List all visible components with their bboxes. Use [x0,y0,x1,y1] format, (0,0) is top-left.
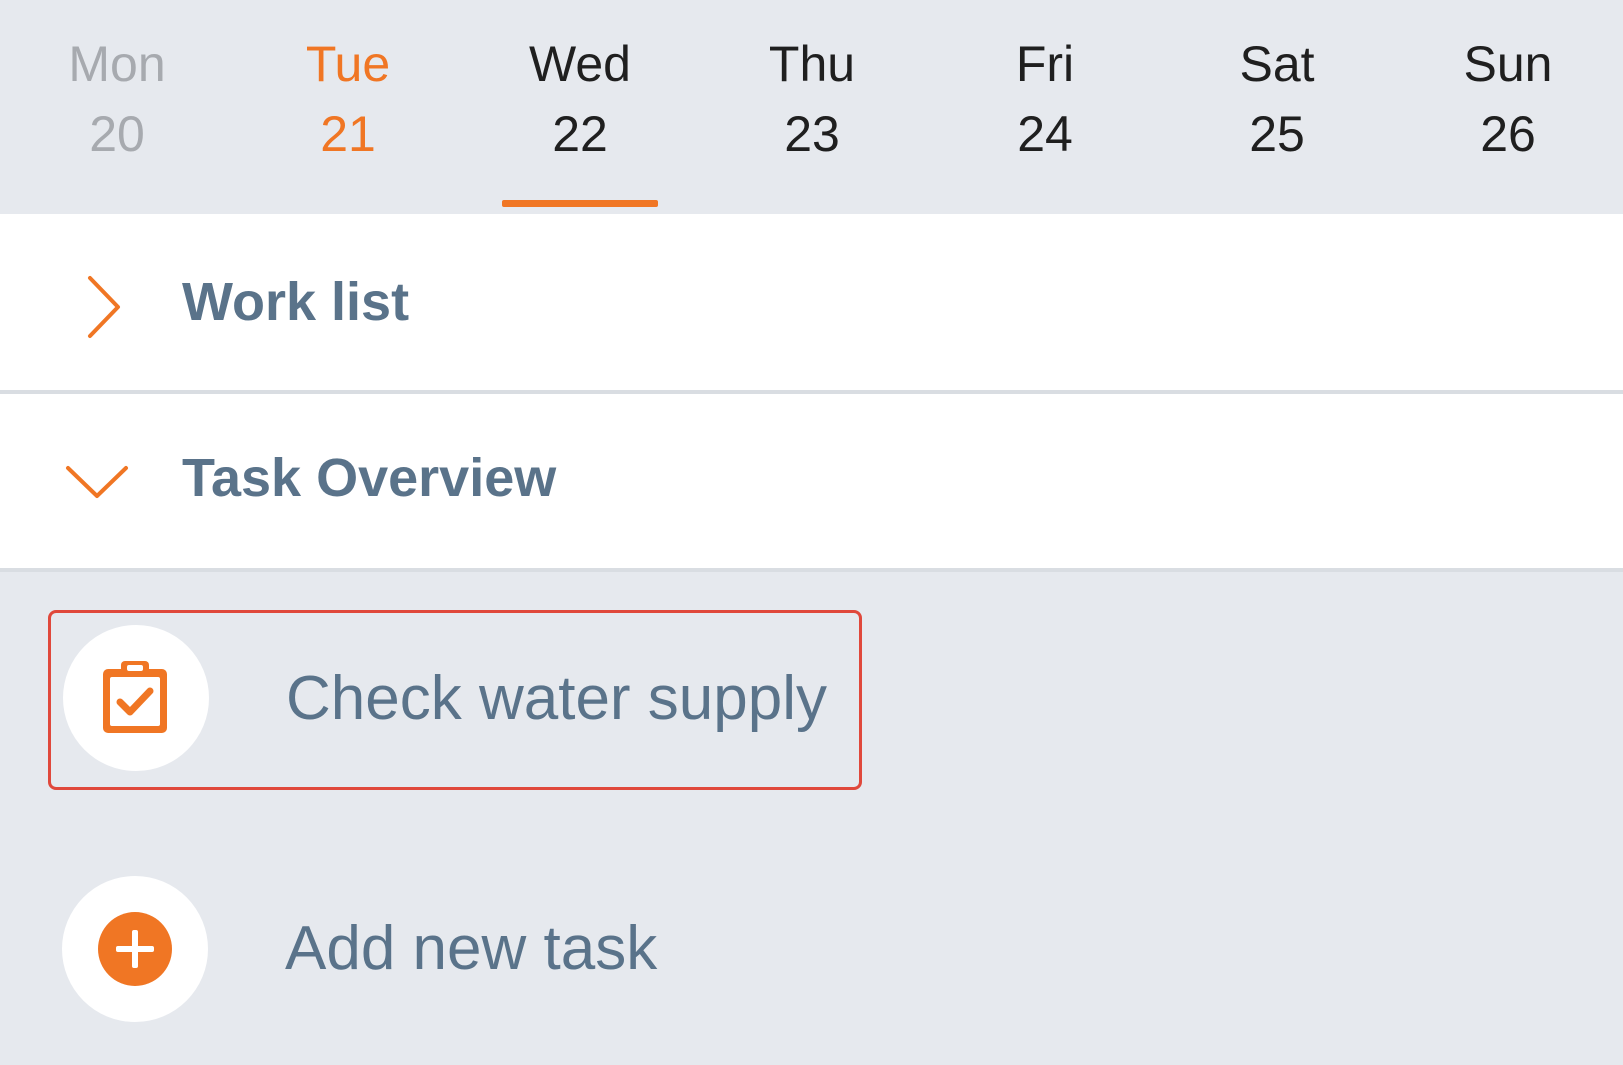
clipboard-check-icon [99,657,171,742]
day-tab-fri[interactable]: Fri 24 [965,0,1125,214]
day-name: Mon [68,36,166,92]
day-number: 24 [1017,106,1073,162]
day-number: 21 [320,106,376,162]
plus-circle-icon [97,911,173,992]
work-list-section-header[interactable]: Work list [0,214,1623,390]
add-new-task-button[interactable]: Add new task [48,862,862,1042]
app-screen: Mon 20 Tue 21 Wed 22 Thu 23 Fri 24 Sat 2… [0,0,1623,1065]
week-day-strip: Mon 20 Tue 21 Wed 22 Thu 23 Fri 24 Sat 2… [0,0,1623,214]
task-icon-circle [63,625,209,771]
selected-day-indicator [502,200,658,207]
chevron-right-icon [84,274,124,345]
section-title: Task Overview [182,448,557,508]
day-tab-mon[interactable]: Mon 20 [37,0,197,214]
add-icon-circle [62,876,208,1022]
section-title: Work list [182,272,410,332]
day-tab-thu[interactable]: Thu 23 [732,0,892,214]
day-name: Sat [1239,36,1315,92]
add-task-label: Add new task [285,914,658,983]
chevron-down-icon [64,462,130,507]
day-name: Wed [529,36,631,92]
day-tab-sun[interactable]: Sun 26 [1428,0,1588,214]
task-item[interactable]: Check water supply [48,610,862,790]
day-number: 20 [89,106,145,162]
day-number: 26 [1480,106,1536,162]
task-overview-section-header[interactable]: Task Overview [0,394,1623,568]
day-name: Sun [1463,36,1553,92]
day-number: 22 [552,106,608,162]
day-tab-tue[interactable]: Tue 21 [268,0,428,214]
day-name: Tue [305,36,391,92]
day-name: Fri [1015,36,1075,92]
day-number: 25 [1249,106,1305,162]
divider [0,568,1623,572]
day-tab-wed[interactable]: Wed 22 [500,0,660,214]
task-label: Check water supply [286,664,828,733]
day-name: Thu [768,36,856,92]
day-number: 23 [784,106,840,162]
day-tab-sat[interactable]: Sat 25 [1197,0,1357,214]
